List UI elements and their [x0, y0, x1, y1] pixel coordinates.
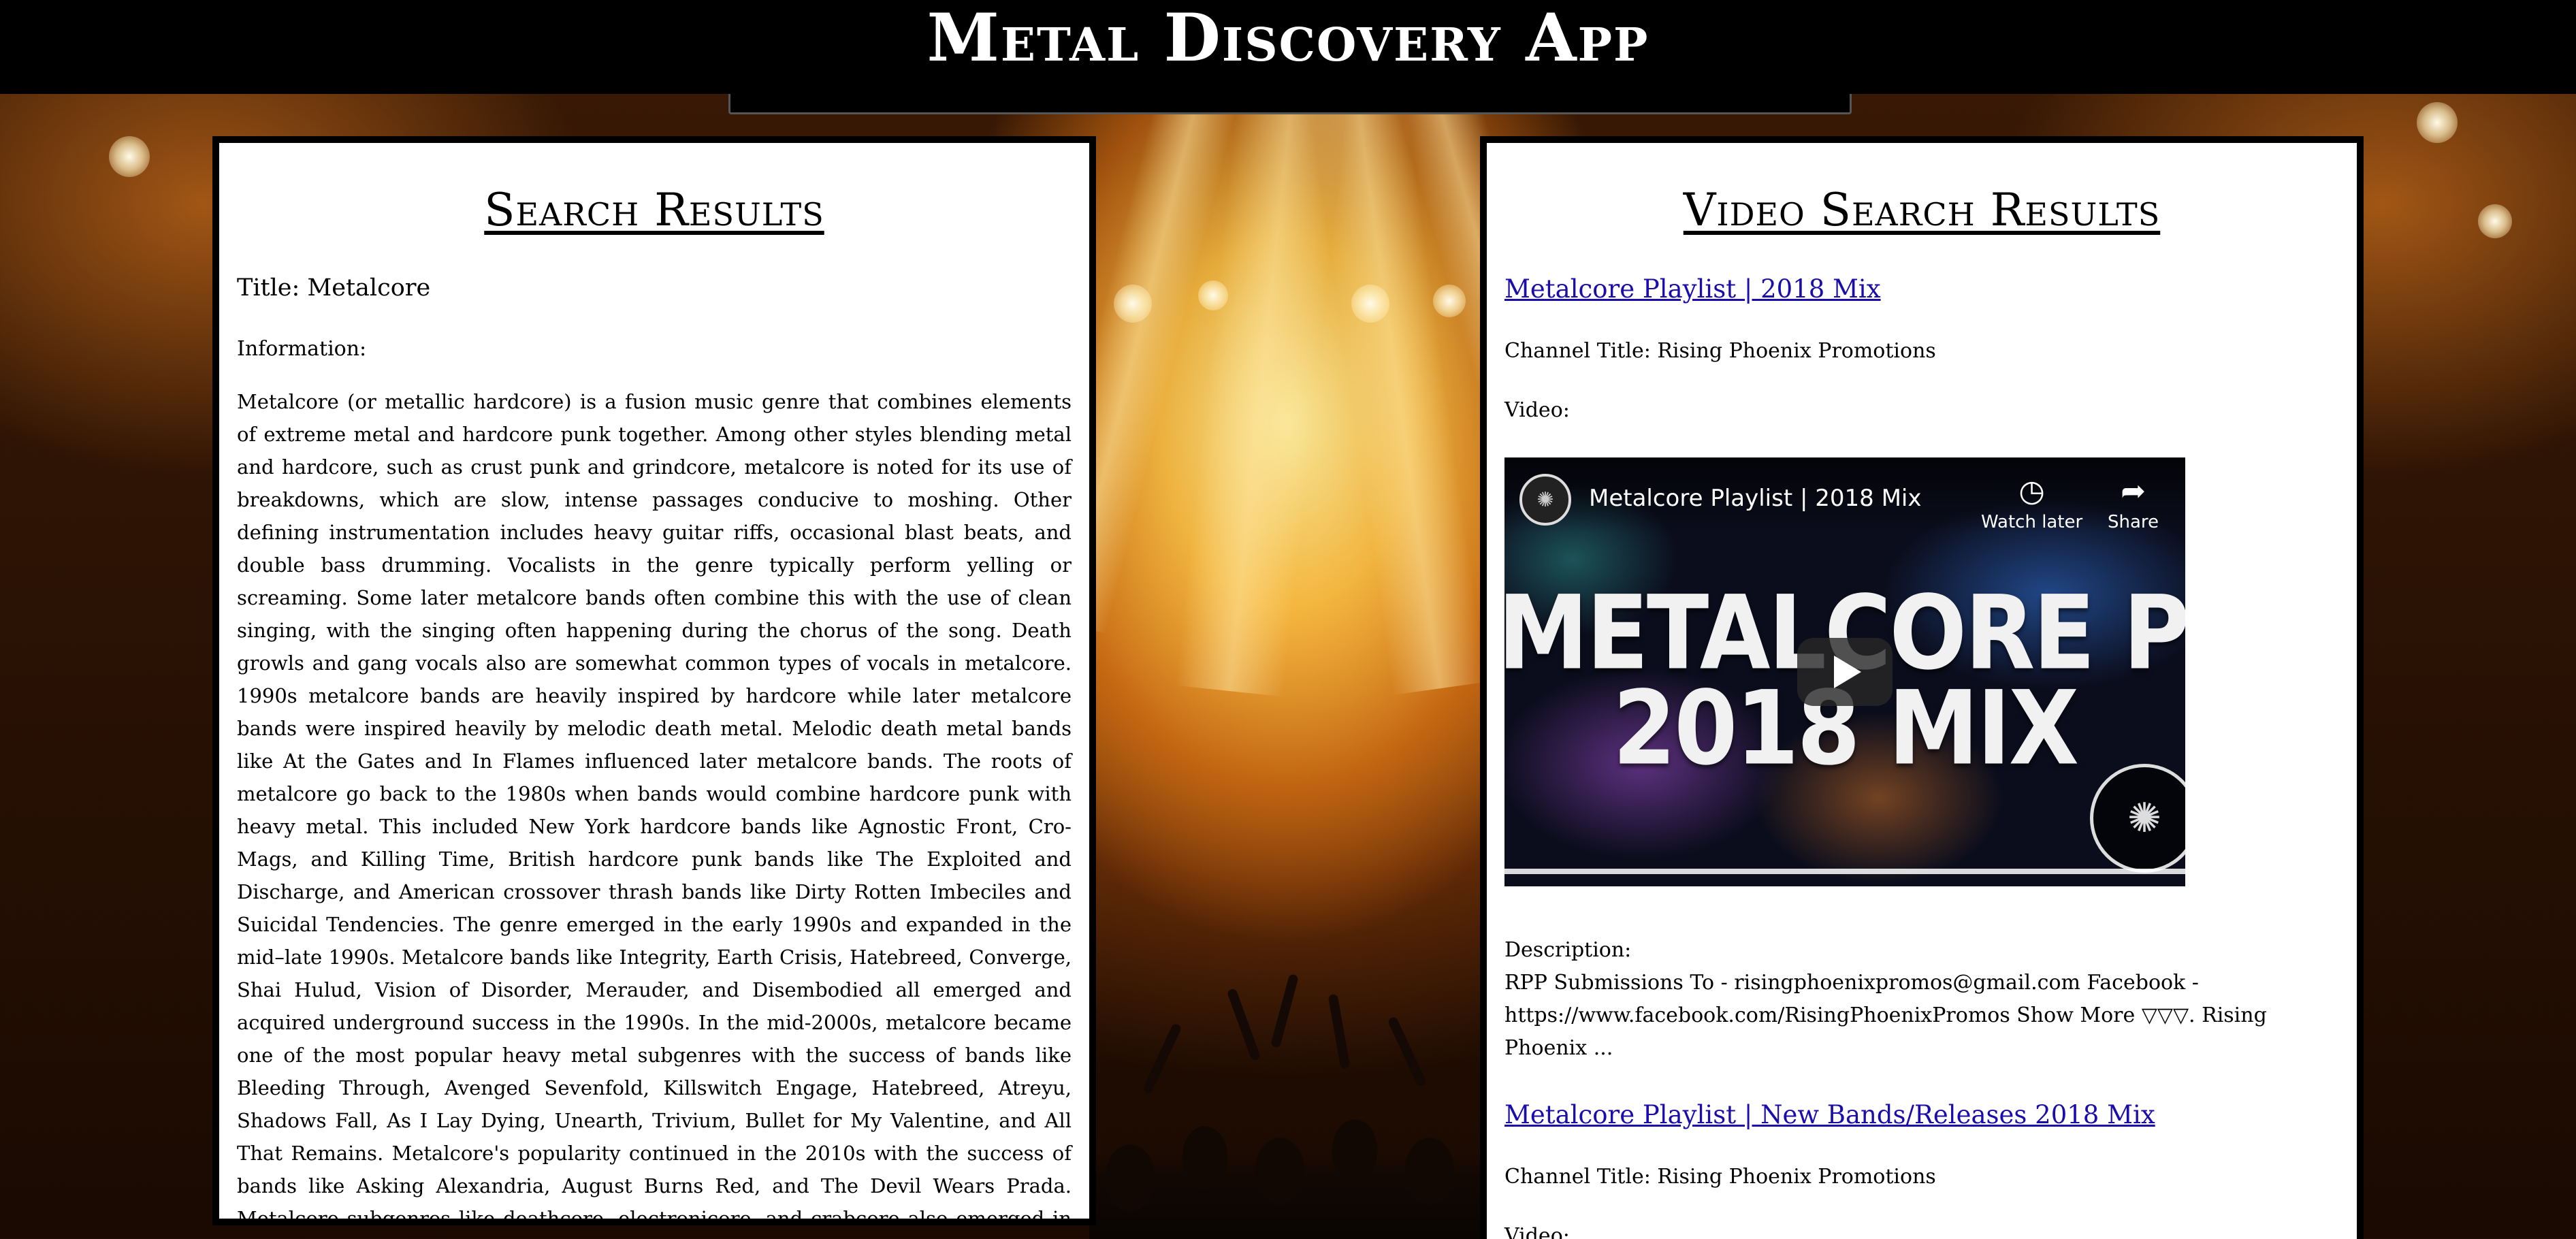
share-button[interactable]: ➦ Share: [2108, 471, 2159, 532]
video-result-item: Metalcore Playlist | 2018 Mix Channel Ti…: [1504, 274, 2339, 1065]
video-description: Description: RPP Submissions To - rising…: [1504, 934, 2339, 1065]
clock-icon: ◷: [2018, 474, 2045, 509]
watch-later-button[interactable]: ◷ Watch later: [1981, 471, 2082, 532]
video-player[interactable]: ✺ Metalcore Playlist | 2018 Mix ◷ Watch …: [1504, 457, 2185, 886]
channel-title: Channel Title: Rising Phoenix Promotions: [1504, 339, 1936, 363]
video-result-item: Metalcore Playlist | New Bands/Releases …: [1504, 1100, 2339, 1239]
video-title-link[interactable]: Metalcore Playlist | New Bands/Releases …: [1504, 1100, 2155, 1129]
description-label: Description:: [1504, 938, 1632, 962]
channel-title: Channel Title: Rising Phoenix Promotions: [1504, 1165, 1936, 1189]
video-progress-bar[interactable]: [1504, 869, 2185, 874]
video-results-heading: Video Search Results: [1683, 184, 2161, 236]
video-title-link[interactable]: Metalcore Playlist | 2018 Mix: [1504, 274, 1881, 304]
information-text: Metalcore (or metallic hardcore) is a fu…: [237, 390, 1072, 1225]
video-overlay-title[interactable]: Metalcore Playlist | 2018 Mix: [1589, 485, 1921, 512]
video-label: Video:: [1504, 398, 1570, 422]
search-results-panel: Search Results Title: Metalcore Informat…: [212, 136, 1096, 1225]
play-button[interactable]: [1797, 638, 1893, 706]
phoenix-logo-icon: ✺: [2090, 764, 2185, 873]
result-title: Title: Metalcore: [237, 274, 431, 302]
search-results-heading: Search Results: [484, 184, 824, 236]
video-results-panel: Video Search Results Metalcore Playlist …: [1480, 136, 2364, 1239]
app-title: Metal Discovery App: [927, 0, 1649, 76]
share-icon: ➦: [2121, 474, 2146, 509]
play-icon: [1834, 656, 1861, 688]
app-header: Metal Discovery App: [0, 0, 2576, 94]
information-label: Information:: [237, 337, 367, 361]
video-label: Video:: [1504, 1224, 1570, 1239]
search-bar[interactable]: [728, 94, 1852, 114]
watch-later-label: Watch later: [1981, 512, 2083, 532]
channel-logo-icon[interactable]: ✺: [1519, 474, 1571, 526]
share-label: Share: [2108, 512, 2159, 532]
description-text: RPP Submissions To - risingphoenixpromos…: [1504, 971, 2267, 1060]
